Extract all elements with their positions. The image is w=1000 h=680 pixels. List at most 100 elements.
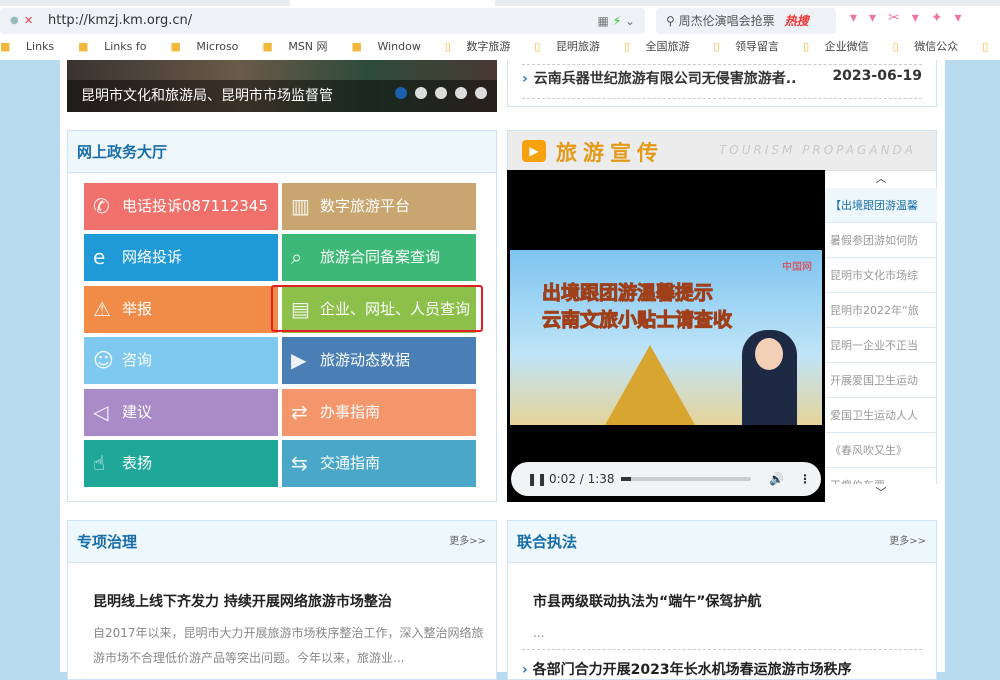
search-box[interactable]: ⚲ 周杰伦演唱会抢票 热搜 — [656, 8, 836, 34]
video-poster: 中国网 出境跟团游温馨提示 云南文旅小贴士请查收 — [510, 250, 822, 425]
video-list-item[interactable]: 爱国卫生运动人人 — [825, 398, 937, 433]
temple-image — [605, 345, 695, 425]
banner-slider[interactable]: 昆明市文化和旅游局、昆明市市场监督管 — [67, 60, 497, 112]
chat-icon: ☺ — [93, 348, 114, 373]
bookmark-item[interactable]: ▯ 登录QQ — [982, 38, 1000, 54]
poster-logo: 中国网 — [782, 262, 812, 273]
pause-icon[interactable]: ❚❚ — [527, 462, 547, 496]
active-tab[interactable] — [290, 0, 495, 6]
video-list-item[interactable]: 昆明市2022年“旅 — [825, 293, 937, 328]
video-list-item[interactable]: 暑假参团游如何防 — [825, 223, 937, 258]
video-list-item[interactable]: 【出境跟团游温馨 — [825, 188, 937, 223]
bookmark-item[interactable]: ■ Window — [352, 40, 433, 53]
service-label: 网络投诉 — [122, 248, 183, 267]
bookmark-item[interactable]: ▯ 企业微信 — [803, 38, 881, 54]
bookmark-item[interactable]: ■ Links — [0, 40, 66, 53]
search-icon: ⚲ — [666, 14, 679, 28]
service-button[interactable]: ✆ 电话投诉087112345 — [84, 183, 278, 230]
address-bar[interactable]: ● ✕ http://kmzj.km.org.cn/ ▦ ⚡ ⌄ — [0, 8, 645, 34]
service-button[interactable]: ☺ 咨询 — [84, 337, 278, 385]
article-summary: 自2017年以来，昆明市大力开展旅游市场秩序整治工作，深入整治网络旅游市场不合理… — [93, 626, 484, 665]
news-list: › 云南兵器世纪旅游有限公司无侵害旅游者.. 2023-06-19 — [507, 60, 937, 107]
insecure-icon: ✕ — [24, 14, 34, 27]
folder-icon: ■ — [170, 40, 181, 53]
video-controls: ❚❚ 0:02 / 1:38 🔊 ⋮ — [511, 462, 821, 496]
panel-subtitle: TOURISM PROPAGANDA — [718, 143, 916, 157]
video-list-item[interactable]: 开展爱国卫生运动 — [825, 363, 937, 398]
browser-chrome: ● ✕ http://kmzj.km.org.cn/ ▦ ⚡ ⌄ ⚲ 周杰伦演唱… — [0, 0, 1000, 60]
page-icon: ▯ — [803, 40, 810, 53]
bookmark-item[interactable]: ▯ 数字旅游 — [445, 38, 523, 54]
bookmark-label: 昆明旅游 — [555, 40, 600, 53]
volume-icon[interactable]: 🔊 — [769, 462, 784, 496]
service-label: 旅游动态数据 — [320, 351, 411, 370]
lead-article[interactable]: 昆明线上线下齐发力 持续开展网络旅游市场整治 — [93, 591, 392, 611]
bookmark-item[interactable]: ■ MSN 网 — [262, 38, 339, 54]
lead-article[interactable]: 市县两级联动执法为“端午”保驾护航 — [533, 591, 761, 611]
search-text: 周杰伦演唱会抢票 — [678, 14, 775, 28]
news-date: 2023-06-19 — [832, 68, 922, 84]
service-button[interactable]: ⚠ 举报 — [84, 285, 278, 333]
bookmark-item[interactable]: ▯ 微信公众 — [893, 38, 971, 54]
chevron-right-icon: › — [522, 71, 528, 87]
divider — [522, 98, 922, 99]
url-text[interactable]: http://kmzj.km.org.cn/ — [48, 8, 192, 34]
slider-dot[interactable] — [415, 87, 427, 99]
service-button[interactable]: ☝ 表扬 — [84, 440, 278, 487]
service-label: 咨询 — [122, 351, 153, 370]
page-icon: ▯ — [623, 40, 630, 53]
bookmark-label: 数字旅游 — [466, 40, 511, 53]
hot-label[interactable]: 热搜 — [785, 14, 809, 28]
phone-icon: ✆ — [93, 194, 110, 218]
more-link[interactable]: 更多>> — [449, 521, 486, 563]
bookmark-label: MSN 网 — [288, 40, 328, 53]
poster-title: 出境跟团游温馨提示 — [541, 282, 714, 305]
more-link[interactable]: 更多>> — [889, 521, 926, 563]
article-summary: ... — [533, 626, 545, 640]
video-progress[interactable] — [621, 477, 751, 481]
chevron-down-icon[interactable]: ﹀ — [825, 484, 937, 502]
video-player[interactable]: 中国网 出境跟团游温馨提示 云南文旅小贴士请查收 ❚❚ 0:02 / 1:38 … — [507, 170, 825, 502]
site-icon: ● — [10, 15, 19, 26]
service-button[interactable]: ⌕ 旅游合同备案查询 — [282, 234, 476, 282]
bookmark-item[interactable]: ▯ 全国旅游 — [624, 38, 702, 54]
service-button[interactable]: ▶ 旅游动态数据 — [282, 337, 476, 385]
slider-dot[interactable] — [395, 87, 407, 99]
bookmark-item[interactable]: ▯ 昆明旅游 — [534, 38, 612, 54]
more-icon[interactable]: ⋮ — [799, 462, 811, 496]
bookmarks-bar: ■ Links ■ Links fo ■ Microso ■ MSN 网 ■ Windo… — [0, 38, 1000, 58]
news-title[interactable]: 云南兵器世纪旅游有限公司无侵害旅游者.. — [534, 71, 797, 87]
service-label: 办事指南 — [320, 402, 381, 421]
bookmark-item[interactable]: ▯ 领导留言 — [714, 38, 792, 54]
video-list-item[interactable]: 昆明一企业不正当 — [825, 328, 937, 363]
divider — [522, 649, 922, 650]
slider-dot[interactable] — [455, 87, 467, 99]
toolbar-icons[interactable]: ▾▾✂▾✦▾ — [850, 10, 974, 26]
address-actions[interactable]: ▦ ⚡ ⌄ — [598, 8, 635, 34]
slider-dot[interactable] — [475, 87, 487, 99]
bookmark-item[interactable]: ■ Microso — [170, 40, 250, 53]
slider-dot[interactable] — [435, 87, 447, 99]
service-label: 表扬 — [122, 454, 153, 472]
bookmark-item[interactable]: ■ Links fo — [78, 40, 158, 53]
divider — [522, 64, 922, 65]
video-time: 0:02 / 1:38 — [549, 472, 615, 486]
chart-icon: ▥ — [291, 194, 310, 218]
news-title[interactable]: 各部门合力开展2023年长水机场春运旅游市场秩序 — [533, 662, 852, 678]
page-icon: ▯ — [713, 40, 720, 53]
service-button[interactable]: ▥ 数字旅游平台 — [282, 183, 476, 230]
service-button[interactable]: e 网络投诉 — [84, 234, 278, 282]
video-list-item[interactable]: 《春风吹又生》 — [825, 433, 937, 468]
chevron-up-icon[interactable]: ︿ — [825, 170, 937, 188]
tab-strip — [0, 0, 1000, 6]
slider-dots — [387, 84, 487, 103]
service-button[interactable]: ⇆ 交通指南 — [282, 440, 476, 487]
poster-subtitle: 云南文旅小贴士请查收 — [541, 309, 733, 332]
service-button[interactable]: ⇄ 办事指南 — [282, 388, 476, 436]
bolt-icon[interactable]: ⚡ — [613, 14, 621, 28]
video-list-item[interactable]: 昆明市文化市场综 — [825, 258, 937, 293]
warning-icon: ⚠ — [93, 296, 111, 321]
service-button[interactable]: ◁ 建议 — [84, 388, 278, 436]
news-item[interactable]: › 各部门合力开展2023年长水机场春运旅游市场秩序 — [522, 659, 852, 679]
folder-icon: ■ — [0, 40, 11, 53]
